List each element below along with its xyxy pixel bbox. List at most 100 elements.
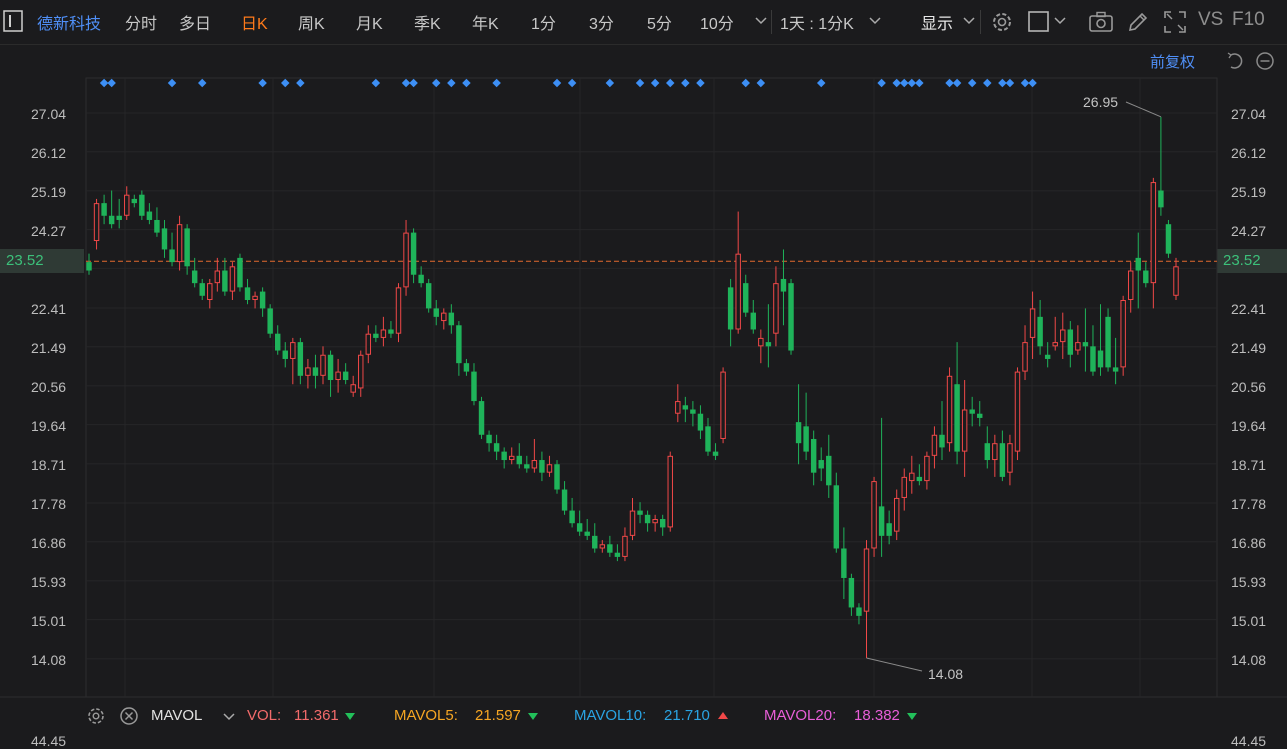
candle-body-down	[1135, 257, 1141, 271]
candle-body-down	[425, 283, 432, 309]
candle-body-up	[1022, 342, 1028, 372]
candle-body-down	[448, 312, 455, 326]
candle-body-down	[848, 577, 855, 608]
candle-body-down	[184, 228, 190, 267]
candle-body-up	[93, 203, 100, 242]
arrow-up-icon	[718, 712, 728, 719]
candle-body-up	[863, 548, 870, 612]
candle-body-up	[290, 342, 296, 359]
candle-body-up	[1029, 308, 1036, 338]
indicator-name[interactable]: MAVOL	[151, 707, 202, 724]
candle-body-up	[909, 472, 915, 482]
arrow-down-icon	[907, 713, 917, 720]
candle-body-up	[305, 367, 311, 376]
candle-body-up	[441, 312, 447, 322]
candle-body-down	[1097, 350, 1104, 368]
candle-body-up	[229, 266, 236, 292]
candle-body-down	[297, 342, 304, 376]
candle-body-down	[1082, 342, 1089, 347]
candle-body-down	[1165, 224, 1172, 254]
candle-body-up	[358, 354, 364, 389]
candle-body-down	[501, 451, 507, 461]
event-marker	[907, 78, 917, 88]
plot-frame	[85, 77, 1218, 698]
candle-body-down	[1105, 316, 1111, 368]
candle-body-down	[607, 544, 613, 553]
event-marker	[99, 78, 109, 88]
candle-body-down	[161, 228, 168, 250]
event-marker	[431, 78, 441, 88]
candle-body-up	[871, 481, 877, 549]
candle-body-down	[697, 413, 704, 431]
candle-body-down	[282, 350, 288, 359]
candle-body-down	[388, 329, 394, 334]
event-marker	[605, 78, 615, 88]
candle-body-up	[350, 384, 356, 393]
candle-body-down	[86, 262, 92, 271]
candle-body-down	[984, 443, 991, 461]
volume-indicator-bar: MAVOL VOL: 11.361 MAVOL5: 21.597 MAVOL10…	[86, 700, 1216, 732]
candle-body-down	[977, 413, 983, 418]
candle-body-down	[116, 215, 122, 220]
candle-body-down	[169, 249, 175, 263]
candle-body-up	[901, 476, 907, 498]
candle-body-down	[803, 426, 809, 452]
candle-body-up	[992, 443, 998, 461]
candle-body-down	[131, 198, 138, 204]
candle-body-down	[795, 422, 802, 444]
candle-body-down	[191, 270, 198, 284]
candle-body-down	[139, 194, 145, 216]
candlestick-chart[interactable]: 26.95 14.08	[0, 0, 1287, 742]
candle-body-up	[531, 460, 538, 469]
event-marker	[696, 78, 705, 88]
candle-body-down	[659, 519, 666, 528]
event-marker	[967, 78, 977, 88]
candle-body-down	[342, 371, 349, 381]
event-marker	[635, 78, 645, 88]
candle-body-down	[433, 308, 439, 317]
candle-body-down	[1067, 329, 1074, 355]
candle-body-down	[954, 384, 960, 452]
event-marker	[409, 78, 418, 88]
candle-body-down	[524, 464, 530, 469]
candle-body-down	[1090, 346, 1096, 372]
event-marker	[816, 78, 826, 88]
candle-body-down	[463, 363, 470, 372]
candle-body-up	[667, 455, 673, 528]
event-marker	[1005, 78, 1015, 88]
chevron-down-icon[interactable]	[223, 712, 235, 722]
candle-body-up	[1052, 342, 1058, 347]
event-marker	[296, 78, 305, 88]
candle-body-up	[1173, 266, 1179, 296]
candle-body-up	[1120, 299, 1126, 368]
candle-body-up	[622, 535, 628, 557]
event-marker	[983, 78, 992, 88]
vol-label: VOL:	[247, 707, 282, 724]
event-marker	[567, 78, 577, 88]
candle-body-up	[599, 544, 606, 549]
candle-body-down	[146, 211, 153, 220]
gear-icon[interactable]	[86, 706, 106, 726]
event-marker	[1028, 78, 1037, 88]
candle-body-down	[765, 342, 772, 347]
candle-body-down	[561, 489, 568, 511]
candle-body-up	[931, 434, 938, 456]
candle-body-down	[818, 460, 824, 469]
event-marker	[447, 78, 456, 88]
candle-body-down	[312, 367, 319, 376]
candle-body-up	[176, 224, 183, 263]
candle-body-down	[841, 548, 847, 578]
candle-body-down	[644, 514, 651, 524]
candle-body-down	[637, 510, 643, 515]
event-marker	[650, 78, 660, 88]
event-marker	[877, 78, 886, 88]
candle-body-down	[916, 476, 923, 482]
candle-body-up	[320, 354, 326, 376]
close-circle-icon[interactable]	[119, 706, 139, 726]
candle-body-down	[456, 325, 462, 364]
event-marker	[952, 78, 962, 88]
candle-body-down	[743, 283, 749, 313]
mavol10-value: 21.710	[664, 707, 710, 724]
candle-body-down	[199, 283, 205, 296]
candle-body-down	[154, 219, 160, 233]
